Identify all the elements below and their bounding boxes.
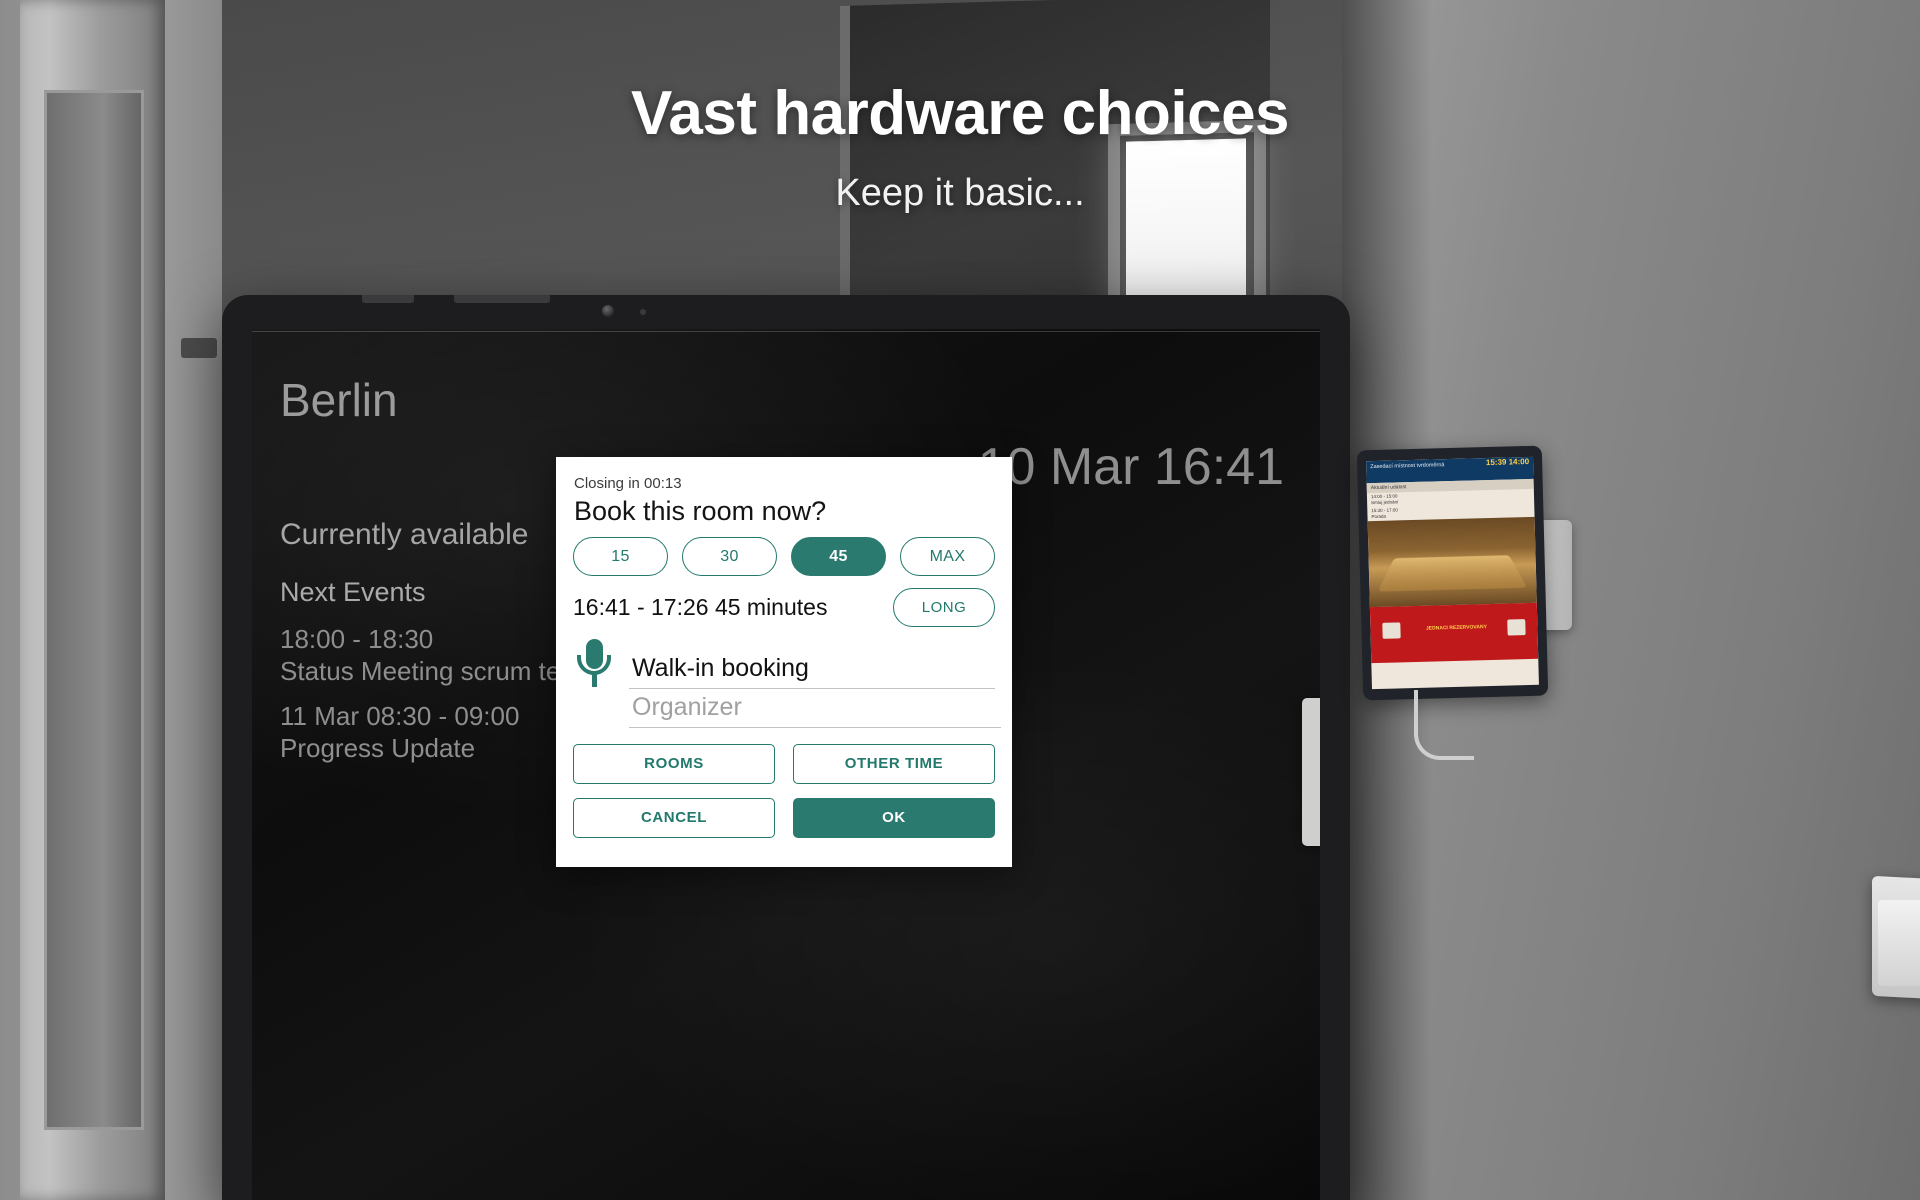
organizer-input[interactable] bbox=[629, 693, 1001, 728]
next-events-label: Next Events bbox=[280, 577, 426, 607]
microphone-icon[interactable] bbox=[573, 637, 615, 689]
duration-chip-15[interactable]: 15 bbox=[573, 537, 668, 576]
event-title: Progress Update bbox=[280, 733, 476, 763]
meeting-room-schedule-label: MEETING ROOM SCHEDULE bbox=[1302, 762, 1320, 816]
time-summary: 16:41 - 17:26 45 minutes bbox=[573, 594, 828, 620]
cancel-button[interactable]: CANCEL bbox=[573, 798, 775, 838]
duration-chip-45[interactable]: 45 bbox=[791, 537, 886, 576]
wall-tablet-screen: Zasedací místnost tvrdoměrná 15:39 14:00… bbox=[1366, 456, 1539, 690]
tablet-speaker-left bbox=[362, 295, 414, 303]
list-item: 18:00 - 18:30 Status Meeting scrum team bbox=[280, 623, 596, 687]
microphone-icon-stem bbox=[592, 674, 597, 687]
booking-dialog: Closing in 00:13 Book this room now? 15 … bbox=[556, 457, 1012, 867]
other-time-button[interactable]: OTHER TIME bbox=[793, 744, 995, 784]
door-left-panel bbox=[44, 90, 144, 1130]
subject-input[interactable] bbox=[629, 654, 995, 689]
list-item: 11 Mar 08:30 - 09:00 Progress Update bbox=[280, 700, 519, 764]
kiosk-datetime: 10 Mar 16:41 bbox=[977, 438, 1284, 496]
meeting-room-schedule-card[interactable]: MEETING ROOM SCHEDULE bbox=[1302, 698, 1320, 846]
door-latch bbox=[181, 338, 217, 358]
duration-chip-row: 15 30 45 MAX bbox=[573, 537, 995, 576]
screen-divider bbox=[252, 331, 1320, 332]
organizer-field-row bbox=[629, 693, 1001, 728]
closing-countdown: Closing in 00:13 bbox=[574, 475, 682, 492]
wall-tablet-time: 15:39 14:00 bbox=[1485, 456, 1530, 468]
dialog-title: Book this room now? bbox=[574, 496, 827, 526]
microphone-icon-arc bbox=[577, 655, 611, 675]
event-time: 11 Mar 08:30 - 09:00 bbox=[280, 701, 520, 731]
page-title: Vast hardware choices bbox=[630, 79, 1290, 148]
rooms-button[interactable]: ROOMS bbox=[573, 744, 775, 784]
duration-chip-max[interactable]: MAX bbox=[900, 537, 995, 576]
calendar-icon bbox=[1507, 619, 1526, 636]
subject-field-row bbox=[573, 637, 995, 689]
camera-icon bbox=[602, 305, 614, 317]
calendar-icon bbox=[1382, 622, 1401, 639]
light-switch bbox=[1878, 900, 1920, 986]
availability-status: Currently available bbox=[280, 518, 529, 551]
duration-chip-30[interactable]: 30 bbox=[682, 537, 777, 576]
event-time: 18:00 - 18:30 bbox=[280, 624, 434, 654]
wall-tablet-device: Zasedací místnost tvrdoměrná 15:39 14:00… bbox=[1356, 445, 1549, 701]
power-cable bbox=[1414, 690, 1474, 760]
room-name: Berlin bbox=[280, 374, 398, 426]
sensor-icon bbox=[640, 309, 646, 315]
page-subtitle: Keep it basic... bbox=[835, 172, 1085, 214]
wall-event-time: 14:00 - 15:00 bbox=[1370, 493, 1398, 500]
wall-tablet-photo bbox=[1367, 516, 1537, 608]
long-chip[interactable]: LONG bbox=[893, 588, 995, 627]
tablet-speaker-right bbox=[454, 295, 550, 303]
ok-button[interactable]: OK bbox=[793, 798, 995, 838]
event-title: Status Meeting scrum team bbox=[280, 656, 597, 686]
time-summary-row: 16:41 - 17:26 45 minutes LONG bbox=[573, 588, 995, 627]
wall-event-time: 15:30 - 17:00 bbox=[1371, 507, 1398, 514]
secondary-button-row: ROOMS OTHER TIME bbox=[573, 744, 995, 784]
primary-button-row: CANCEL OK bbox=[573, 798, 995, 838]
wall-tablet-footer-text: JEDNACI REZERVOVANY bbox=[1425, 624, 1487, 632]
wall-tablet-footer: JEDNACI REZERVOVANY bbox=[1369, 602, 1539, 664]
